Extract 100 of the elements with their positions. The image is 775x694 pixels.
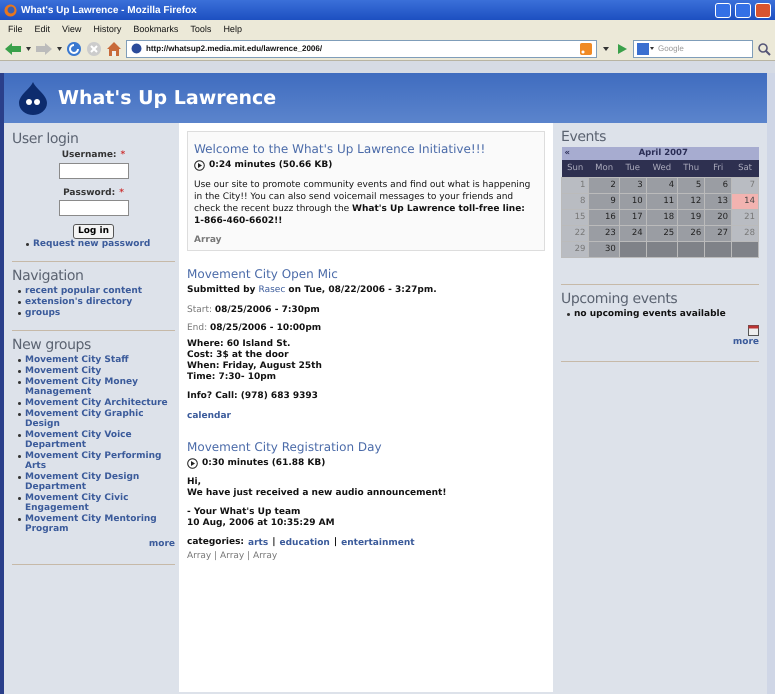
play-icon[interactable] [194, 160, 205, 171]
nav-link[interactable]: extension's directory [25, 297, 132, 307]
menu-item[interactable]: Tools [190, 24, 212, 34]
weekday-label: Sat [738, 162, 752, 173]
calendar-day[interactable]: 17 [619, 209, 646, 225]
post-signature: - Your What's Up team [187, 506, 302, 518]
calendar-day[interactable]: 20 [704, 209, 732, 225]
group-link[interactable]: Movement City [25, 366, 102, 376]
calendar-day[interactable]: 26 [678, 225, 705, 241]
post-title[interactable]: Movement City Open Mic [187, 267, 545, 281]
category-link[interactable]: arts [248, 536, 268, 550]
category-link[interactable]: education [280, 536, 330, 550]
post-body: Use our site to promote community events and find out what is happening in the City!! You can also send voicemail messages to your friends and check the recent buzz through the What's Up Lawrence toll-free line: 1-866-460-6602!! [194, 179, 532, 227]
calendar-day[interactable]: 30 [588, 241, 620, 257]
input-field[interactable] [58, 162, 128, 178]
group-link[interactable]: Movement City Money Management [25, 377, 175, 397]
bullet-icon [18, 359, 21, 362]
group-link[interactable]: Movement City Graphic Design [25, 409, 175, 429]
group-link[interactable]: Movement City Staff [25, 355, 129, 365]
nav-link[interactable]: groups [25, 308, 60, 318]
reload-icon[interactable] [66, 40, 82, 56]
input-field[interactable] [58, 200, 128, 216]
bullet-icon [26, 243, 29, 246]
drop-logo-icon [18, 81, 48, 115]
menu-item[interactable]: File [8, 24, 23, 34]
calendar-day[interactable]: 24 [619, 225, 646, 241]
prev-month-link[interactable]: « [564, 148, 570, 158]
bullet-icon [18, 518, 21, 521]
separator: | [272, 536, 276, 548]
weekday-label: Wed [652, 162, 672, 173]
group-link[interactable]: Movement City Civic Engagement [25, 493, 175, 513]
close-button[interactable] [755, 2, 771, 18]
calendar-day[interactable]: 5 [678, 177, 705, 193]
weekday-label: Thu [683, 162, 700, 173]
search-icon[interactable] [757, 42, 771, 56]
group-link[interactable]: Movement City Design Department [25, 472, 175, 492]
nav-link[interactable]: recent popular content [25, 286, 142, 296]
home-icon[interactable] [106, 40, 122, 56]
calendar-day[interactable]: 11 [646, 193, 678, 209]
menu-item[interactable]: View [62, 24, 82, 34]
group-link[interactable]: Movement City Architecture [25, 398, 168, 408]
calendar-day[interactable]: 12 [678, 193, 705, 209]
calendar-day[interactable]: 18 [646, 209, 678, 225]
address-bar[interactable]: http://whatsup2.media.mit.edu/lawrence_2006/ [126, 40, 597, 58]
calendar-day[interactable]: 19 [678, 209, 705, 225]
submitted-line: Submitted by Rasec on Tue, 08/22/2006 - 3:27pm. [187, 285, 438, 296]
bullet-icon [567, 312, 570, 316]
calendar-day[interactable]: 9 [588, 193, 620, 209]
post-title[interactable]: Movement City Registration Day [187, 440, 545, 454]
event-info: Info? Call: (978) 683 9393 [187, 391, 319, 402]
required-mark: * [119, 186, 124, 200]
minimize-button[interactable] [715, 2, 731, 18]
bullet-icon [18, 455, 21, 458]
calendar-day[interactable]: 25 [646, 225, 678, 241]
group-link[interactable]: Movement City Mentoring Program [25, 514, 175, 534]
calendar-day[interactable]: 6 [704, 177, 732, 193]
calendar-day[interactable]: 14 [732, 193, 758, 209]
menu-item[interactable]: History [93, 24, 122, 34]
caret-icon[interactable] [57, 46, 62, 50]
calendar-link[interactable]: calendar [187, 410, 231, 424]
author-link[interactable]: Rasec [258, 285, 286, 295]
bullet-icon [18, 434, 21, 437]
calendar-day[interactable]: 2 [588, 177, 620, 193]
search-engine-icon[interactable] [637, 42, 655, 54]
menu-item[interactable]: Bookmarks [133, 24, 178, 34]
weekday-label: Mon [595, 162, 614, 173]
menu-item[interactable]: Edit [34, 24, 50, 34]
calendar-day[interactable]: 23 [588, 225, 620, 241]
more-link[interactable]: more [732, 336, 759, 346]
event-detail: Cost: 3$ at the door [187, 350, 290, 361]
bullet-icon [18, 381, 21, 384]
calendar-day[interactable]: 3 [619, 177, 646, 193]
calendar-day[interactable]: 13 [704, 193, 732, 209]
calendar-day[interactable]: 4 [646, 177, 678, 193]
weekday-label: Tue [626, 162, 640, 173]
required-mark: * [120, 149, 126, 162]
more-link[interactable]: more [148, 539, 175, 549]
post-title[interactable]: Welcome to the What's Up Lawrence Initiative!!! [194, 142, 538, 156]
request-password-link[interactable]: Request new password [33, 239, 150, 249]
bullet-icon [18, 290, 21, 293]
maximize-button[interactable] [735, 2, 751, 18]
menu-item[interactable]: Help [223, 24, 242, 34]
bullet-icon [18, 402, 21, 405]
calendar-day[interactable]: 27 [704, 225, 732, 241]
search-placeholder: Google [658, 44, 684, 53]
calendar-day[interactable]: 10 [619, 193, 646, 209]
category-link[interactable]: entertainment [341, 536, 415, 550]
weekday-label: Sun [567, 162, 584, 173]
group-link[interactable]: Movement City Voice Department [25, 430, 175, 450]
audio-duration: 0:30 minutes (61.88 KB) [202, 458, 326, 468]
caret-icon[interactable] [26, 46, 31, 50]
post-footer: Array [194, 235, 538, 246]
post-text: Hi, [187, 476, 202, 488]
bullet-icon [18, 301, 21, 304]
play-icon[interactable] [187, 458, 198, 468]
group-link[interactable]: Movement City Performing Arts [25, 451, 175, 471]
login-button[interactable]: Log in [73, 224, 114, 239]
calendar-day[interactable]: 16 [588, 209, 620, 225]
calendar-icon[interactable] [748, 324, 759, 336]
event-detail: Where: 60 Island St. [187, 339, 292, 350]
